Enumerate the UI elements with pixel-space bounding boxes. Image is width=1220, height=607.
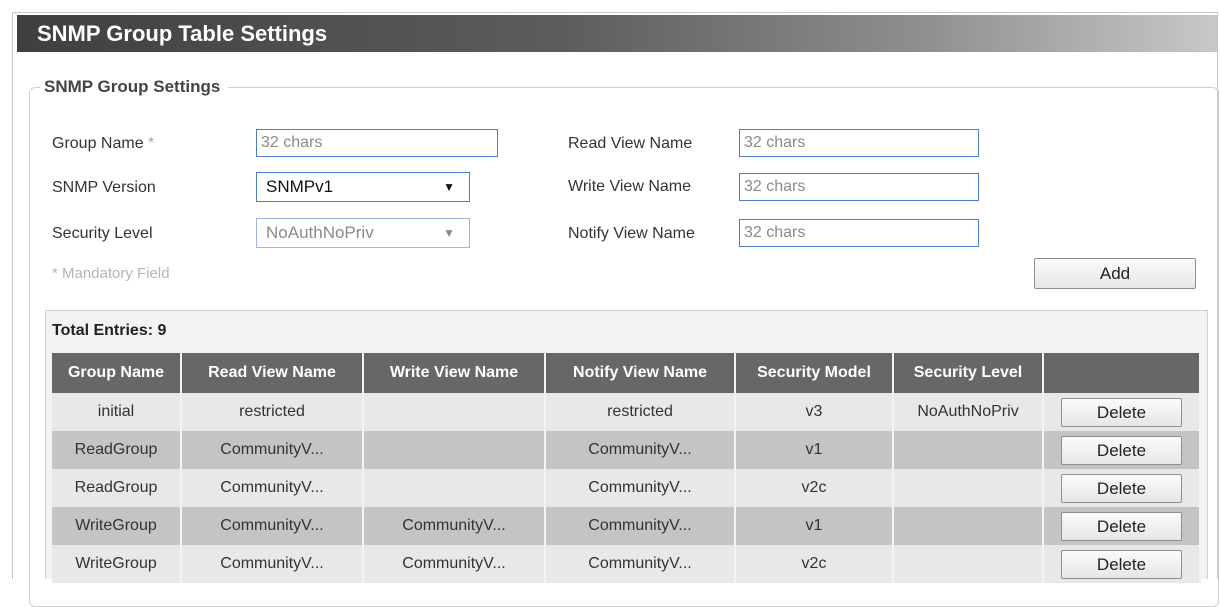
cell-action: Delete bbox=[1043, 507, 1201, 545]
cell-group-name: initial bbox=[52, 393, 182, 431]
cell-read-view: CommunityV... bbox=[181, 545, 364, 583]
table-row: initial restricted restricted v3 NoAuthN… bbox=[52, 393, 1201, 431]
cell-write-view: CommunityV... bbox=[363, 507, 546, 545]
security-level-select: NoAuthNoPriv ▼ bbox=[256, 218, 470, 248]
settings-legend: SNMP Group Settings bbox=[40, 77, 229, 97]
write-view-label: Write View Name bbox=[568, 178, 691, 195]
table-row: ReadGroup CommunityV... CommunityV... v1… bbox=[52, 431, 1201, 469]
cell-action: Delete bbox=[1043, 545, 1201, 583]
cell-security-level bbox=[893, 469, 1044, 507]
cell-read-view: CommunityV... bbox=[181, 507, 364, 545]
snmp-version-select[interactable]: SNMPv1 ▼ bbox=[256, 172, 470, 202]
cell-notify-view: CommunityV... bbox=[545, 431, 736, 469]
cell-write-view bbox=[363, 431, 546, 469]
notify-view-input[interactable] bbox=[739, 219, 979, 247]
delete-button[interactable]: Delete bbox=[1061, 473, 1182, 503]
table-row: WriteGroup CommunityV... CommunityV... C… bbox=[52, 507, 1201, 545]
snmp-version-value: SNMPv1 bbox=[266, 177, 334, 196]
add-button[interactable]: Add bbox=[1034, 258, 1196, 289]
col-notify-view-name: Notify View Name bbox=[545, 353, 736, 393]
read-view-input[interactable] bbox=[739, 129, 979, 157]
delete-button[interactable]: Delete bbox=[1061, 435, 1182, 465]
security-level-value: NoAuthNoPriv bbox=[266, 223, 374, 242]
group-name-input[interactable] bbox=[256, 129, 498, 157]
cell-security-model: v2c bbox=[735, 545, 894, 583]
table-row: ReadGroup CommunityV... CommunityV... v2… bbox=[52, 469, 1201, 507]
cell-write-view: CommunityV... bbox=[363, 545, 546, 583]
cell-write-view bbox=[363, 393, 546, 431]
col-action bbox=[1043, 353, 1201, 393]
chevron-down-icon: ▼ bbox=[443, 226, 455, 240]
delete-button[interactable]: Delete bbox=[1061, 549, 1182, 579]
cell-group-name: ReadGroup bbox=[52, 469, 182, 507]
total-entries: Total Entries: 9 bbox=[52, 322, 167, 339]
cell-security-model: v2c bbox=[735, 469, 894, 507]
write-view-input[interactable] bbox=[739, 173, 979, 201]
cell-group-name: WriteGroup bbox=[52, 545, 182, 583]
group-name-label-text: Group Name bbox=[52, 135, 144, 152]
col-security-level: Security Level bbox=[893, 353, 1044, 393]
snmp-version-label: SNMP Version bbox=[52, 179, 156, 196]
read-view-label: Read View Name bbox=[568, 135, 693, 152]
col-security-model: Security Model bbox=[735, 353, 894, 393]
cell-read-view: CommunityV... bbox=[181, 469, 364, 507]
cell-notify-view: restricted bbox=[545, 393, 736, 431]
cell-security-level: NoAuthNoPriv bbox=[893, 393, 1044, 431]
delete-button[interactable]: Delete bbox=[1061, 511, 1182, 541]
cell-group-name: ReadGroup bbox=[52, 431, 182, 469]
security-level-label: Security Level bbox=[52, 225, 153, 242]
required-mark: * bbox=[148, 135, 155, 152]
cell-write-view bbox=[363, 469, 546, 507]
cell-security-model: v1 bbox=[735, 431, 894, 469]
cell-action: Delete bbox=[1043, 393, 1201, 431]
cell-group-name: WriteGroup bbox=[52, 507, 182, 545]
table-header-row: Group Name Read View Name Write View Nam… bbox=[52, 353, 1201, 393]
cell-security-model: v3 bbox=[735, 393, 894, 431]
notify-view-label: Notify View Name bbox=[568, 225, 695, 242]
cell-notify-view: CommunityV... bbox=[545, 545, 736, 583]
delete-button[interactable]: Delete bbox=[1061, 397, 1182, 427]
cell-security-level bbox=[893, 507, 1044, 545]
chevron-down-icon: ▼ bbox=[443, 180, 455, 194]
group-name-label: Group Name * bbox=[52, 134, 154, 154]
cell-read-view: restricted bbox=[181, 393, 364, 431]
cell-action: Delete bbox=[1043, 431, 1201, 469]
col-read-view-name: Read View Name bbox=[181, 353, 364, 393]
col-write-view-name: Write View Name bbox=[363, 353, 546, 393]
cell-action: Delete bbox=[1043, 469, 1201, 507]
cell-notify-view: CommunityV... bbox=[545, 469, 736, 507]
page-title: SNMP Group Table Settings bbox=[17, 15, 1218, 52]
cell-security-level bbox=[893, 545, 1044, 583]
col-group-name: Group Name bbox=[52, 353, 182, 393]
group-table: Group Name Read View Name Write View Nam… bbox=[52, 353, 1201, 583]
cell-read-view: CommunityV... bbox=[181, 431, 364, 469]
cell-security-level bbox=[893, 431, 1044, 469]
cell-notify-view: CommunityV... bbox=[545, 507, 736, 545]
table-row: WriteGroup CommunityV... CommunityV... C… bbox=[52, 545, 1201, 583]
cell-security-model: v1 bbox=[735, 507, 894, 545]
mandatory-note: * Mandatory Field bbox=[52, 265, 170, 282]
